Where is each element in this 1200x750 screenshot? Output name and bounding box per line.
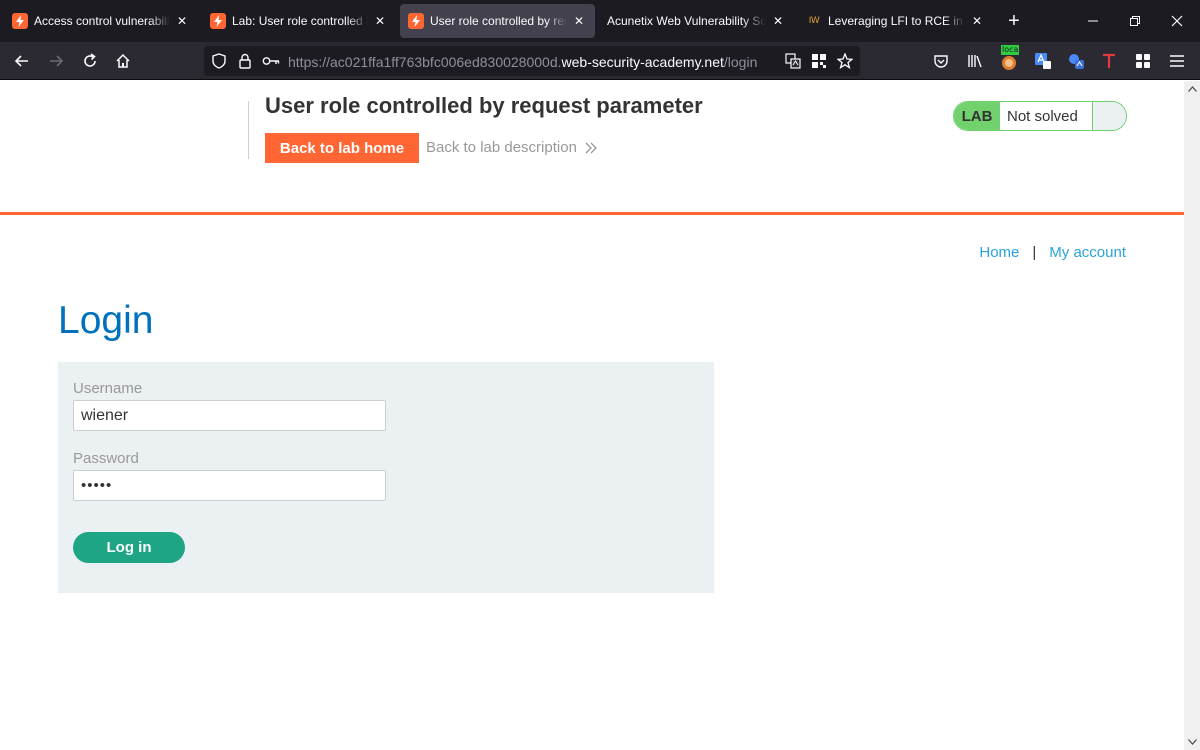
library-icon[interactable] — [962, 48, 988, 74]
close-icon[interactable]: ✕ — [969, 13, 985, 29]
back-description-label: Back to lab description — [426, 139, 577, 156]
close-icon[interactable]: ✕ — [571, 13, 587, 29]
lab-header: User role controlled by request paramete… — [0, 81, 1184, 215]
reload-icon[interactable] — [77, 48, 103, 74]
close-icon[interactable]: ✕ — [174, 13, 190, 29]
top-navigation: Home | My account — [979, 244, 1126, 261]
close-icon[interactable]: ✕ — [770, 13, 786, 29]
back-to-lab-description-link[interactable]: Back to lab description — [426, 139, 597, 156]
page-viewport: User role controlled by request paramete… — [0, 81, 1184, 750]
hamburger-menu-icon[interactable] — [1164, 48, 1190, 74]
lab-status-text: Not solved — [1000, 102, 1092, 130]
scroll-down-arrow-icon[interactable] — [1184, 734, 1200, 750]
login-form: Username wiener Password ••••• Log in — [58, 362, 714, 593]
tab-lab-description[interactable]: Lab: User role controlled by r ✕ — [202, 4, 396, 38]
close-icon[interactable]: ✕ — [372, 13, 388, 29]
lab-status-indicator — [1092, 102, 1126, 130]
divider — [248, 101, 249, 159]
portswigger-icon — [210, 13, 226, 29]
home-icon[interactable] — [110, 48, 136, 74]
extension-badge: loca — [1001, 45, 1020, 55]
nav-home-link[interactable]: Home — [979, 244, 1019, 261]
lab-status-tag: LAB — [954, 102, 1000, 130]
pocket-icon[interactable] — [928, 48, 954, 74]
tab-title: Leveraging LFI to RCE in a we — [828, 14, 965, 28]
extensions-puzzle-icon[interactable] — [1130, 48, 1156, 74]
translate-extension-icon[interactable] — [1030, 48, 1056, 74]
login-button[interactable]: Log in — [73, 532, 185, 563]
qr-code-icon[interactable] — [810, 52, 828, 70]
address-bar[interactable]: https://ac021ffa1ff763bfc006ed830028000d… — [204, 46, 860, 76]
double-chevron-right-icon — [585, 142, 597, 153]
lab-title: User role controlled by request paramete… — [265, 93, 703, 118]
scroll-up-arrow-icon[interactable] — [1184, 81, 1200, 97]
tab-acunetix[interactable]: Acunetix Web Vulnerability Scann ✕ — [599, 4, 794, 38]
tab-title: Lab: User role controlled by r — [232, 14, 368, 28]
portswigger-icon — [408, 13, 424, 29]
lab-status-widget: LAB Not solved — [953, 101, 1127, 131]
password-input[interactable]: ••••• — [73, 470, 386, 501]
back-to-lab-home-button[interactable]: Back to lab home — [265, 133, 419, 163]
nav-separator: | — [1032, 244, 1037, 261]
tab-title: Access control vulnerabilities — [34, 14, 170, 28]
tab-title: User role controlled by reque — [430, 14, 567, 28]
new-tab-icon[interactable]: + — [1002, 10, 1026, 32]
url-text[interactable]: https://ac021ffa1ff763bfc006ed830028000d… — [288, 54, 757, 70]
username-label: Username — [73, 380, 143, 397]
local-extension-icon[interactable]: loca — [996, 45, 1022, 74]
tab-lab-active[interactable]: User role controlled by reque ✕ — [400, 4, 595, 38]
password-label: Password — [73, 450, 139, 467]
browser-tab-strip: Access control vulnerabilities ✕ Lab: Us… — [0, 0, 1200, 42]
language-extension-icon[interactable] — [1063, 48, 1089, 74]
vertical-scrollbar[interactable] — [1184, 81, 1200, 750]
key-icon[interactable] — [262, 52, 280, 70]
page-title: Login — [58, 299, 154, 342]
tab-lfi-rce[interactable]: IW Leveraging LFI to RCE in a we ✕ — [798, 4, 993, 38]
lock-icon[interactable] — [236, 52, 254, 70]
portswigger-icon — [12, 13, 28, 29]
nav-my-account-link[interactable]: My account — [1049, 244, 1126, 261]
forward-arrow-icon[interactable] — [43, 48, 69, 74]
username-input[interactable]: wiener — [73, 400, 386, 431]
t-extension-icon[interactable] — [1096, 48, 1122, 74]
translate-icon[interactable] — [784, 52, 802, 70]
back-arrow-icon[interactable] — [9, 48, 35, 74]
close-window-icon[interactable] — [1164, 8, 1190, 34]
tab-access-control[interactable]: Access control vulnerabilities ✕ — [4, 4, 198, 38]
shield-icon[interactable] — [210, 52, 228, 70]
tab-title: Acunetix Web Vulnerability Scann — [607, 14, 766, 28]
bookmark-star-icon[interactable] — [836, 52, 854, 70]
browser-toolbar: https://ac021ffa1ff763bfc006ed830028000d… — [0, 42, 1200, 80]
restore-icon[interactable] — [1122, 8, 1148, 34]
iw-icon: IW — [808, 16, 820, 26]
minimize-icon[interactable] — [1080, 8, 1106, 34]
